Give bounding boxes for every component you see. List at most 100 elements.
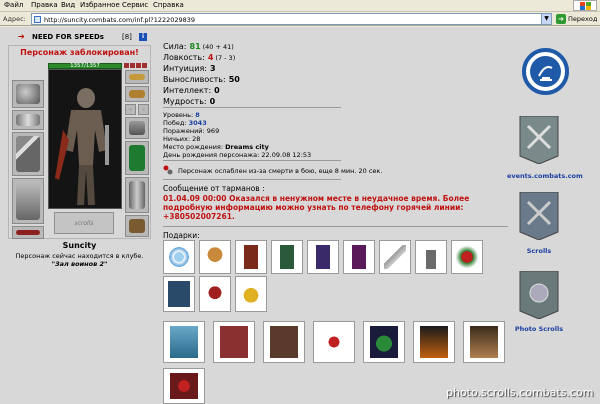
address-label: Адрес:: [3, 15, 26, 23]
page-content: ➔ NEED FOR SPEEDs [8] i Персонаж заблоки…: [0, 27, 600, 404]
menu-file[interactable]: Файл: [4, 1, 23, 9]
chevron-down-icon[interactable]: ▼: [541, 14, 551, 24]
helmet-slot[interactable]: [12, 80, 44, 108]
events-link[interactable]: events.combats.com: [507, 172, 583, 180]
info-icon[interactable]: i: [139, 33, 147, 41]
gifts-label: Подарки:: [163, 231, 200, 240]
weakness-icon: [163, 165, 173, 175]
character-room: "Зал воинов 2": [51, 260, 108, 268]
info-draws: Ничьих: 28: [163, 135, 201, 143]
character-level: [8]: [122, 33, 132, 41]
separator: [163, 160, 341, 161]
menu-favorites[interactable]: Избранное: [80, 1, 120, 9]
ring-icon: [142, 108, 145, 111]
gift-item[interactable]: [163, 240, 195, 274]
weapon-slot[interactable]: [12, 132, 44, 176]
amulet-slot[interactable]: [125, 86, 149, 102]
go-arrow-icon: ➜: [556, 14, 566, 24]
gift-item[interactable]: [235, 240, 267, 274]
status-dots: [124, 62, 150, 68]
ring-slot-1[interactable]: [125, 104, 136, 115]
rocking-horse-icon: [204, 281, 226, 307]
separator: [163, 107, 341, 108]
shield-slot[interactable]: [125, 141, 149, 175]
scorpion-emblem-icon[interactable]: [522, 48, 569, 95]
watermark: photo.scrolls.combats.com: [446, 386, 594, 399]
address-input[interactable]: http://suncity.combats.com/inf.pl?122202…: [31, 13, 552, 25]
boots-icon: [129, 219, 145, 233]
gift-item[interactable]: [199, 240, 231, 274]
stat-agility: Ловкость: 4 (7 - 3): [163, 53, 236, 62]
belt-slot[interactable]: [12, 226, 44, 239]
belt-icon: [16, 230, 40, 235]
separator: [163, 226, 508, 227]
menu-bar: Файл Правка Вид Избранное Сервис Справка: [0, 0, 600, 12]
address-bar: Адрес: http://suncity.combats.com/inf.pl…: [0, 12, 600, 26]
boots-slot[interactable]: [125, 215, 149, 237]
card-item[interactable]: [163, 368, 205, 404]
menu-edit[interactable]: Правка: [31, 1, 58, 9]
stat-strength: Сила: 81 (40 + 41): [163, 42, 234, 51]
info-wins: Побед: 3043: [163, 119, 207, 127]
book-icon: [352, 245, 366, 269]
gift-item[interactable]: [415, 240, 447, 274]
scrolls-link[interactable]: Scrolls: [518, 247, 560, 255]
amulet-icon: [129, 90, 145, 98]
photo-scrolls-link[interactable]: Photo Scrolls: [510, 325, 568, 333]
bell-icon: [240, 281, 262, 307]
card-item[interactable]: [313, 321, 355, 363]
stat-wisdom: Мудрость: 0: [163, 97, 216, 106]
message-body: 01.04.09 00:00 Оказался в ненужном месте…: [163, 194, 470, 221]
gift-item[interactable]: [235, 276, 267, 312]
statue-icon: [426, 245, 436, 269]
gift-item[interactable]: [163, 276, 195, 312]
shield-icon: [129, 145, 145, 171]
gift-item[interactable]: [271, 240, 303, 274]
scrolls-banner[interactable]: [518, 191, 560, 241]
gift-item[interactable]: [379, 240, 411, 274]
menu-view[interactable]: Вид: [61, 1, 75, 9]
card-item[interactable]: [163, 321, 205, 363]
banner-icon: [168, 281, 190, 307]
bracers-slot[interactable]: [12, 110, 44, 130]
gift-item[interactable]: [451, 240, 483, 274]
card-item[interactable]: [413, 321, 455, 363]
info-losses: Поражений: 969: [163, 127, 220, 135]
character-panel: Персонаж заблокирован! 1357/1357 scrolls: [8, 45, 151, 239]
info-birthday: День рождения персонажа: 22.09.08 12:53: [163, 151, 312, 159]
card-item[interactable]: [213, 321, 255, 363]
gift-item[interactable]: [307, 240, 339, 274]
leggings-slot[interactable]: [125, 177, 149, 213]
address-url[interactable]: http://suncity.combats.com/inf.pl?122202…: [44, 16, 195, 24]
christmas-tree-card-icon: [370, 326, 398, 358]
menu-help[interactable]: Справка: [153, 1, 184, 9]
page-icon: [34, 16, 41, 23]
card-item[interactable]: [463, 321, 505, 363]
ring-icon: [129, 108, 132, 111]
events-banner[interactable]: [518, 115, 560, 165]
card-item[interactable]: [363, 321, 405, 363]
ring-slot-2[interactable]: [138, 104, 149, 115]
snow-card-icon: [170, 326, 198, 358]
valentine-card-icon: [320, 326, 348, 358]
teddy-bear-icon: [204, 245, 226, 269]
photo-scrolls-banner[interactable]: [518, 270, 560, 320]
menu-tools[interactable]: Сервис: [122, 1, 148, 9]
weakness-status: Персонаж ослаблен из-за смерти в бою, ещ…: [178, 167, 383, 175]
earring-slot[interactable]: [125, 70, 149, 84]
card-item[interactable]: [263, 321, 305, 363]
character-location: Персонаж сейчас находится в клубе.: [15, 252, 144, 260]
gift-item[interactable]: [199, 276, 231, 312]
gift-item[interactable]: [343, 240, 375, 274]
armor-slot[interactable]: [12, 178, 44, 224]
gloves-slot[interactable]: [125, 117, 149, 139]
helmet-icon: [16, 84, 40, 104]
go-label: Переход: [568, 15, 598, 23]
go-button[interactable]: ➜ Переход: [556, 13, 600, 25]
stat-endurance: Выносливость: 50: [163, 75, 240, 84]
hammer-icon: [16, 136, 40, 172]
leggings-icon: [129, 181, 145, 209]
gloves-icon: [129, 121, 145, 135]
snowflake-icon: [168, 245, 190, 269]
wreath-card-icon: [170, 373, 198, 399]
